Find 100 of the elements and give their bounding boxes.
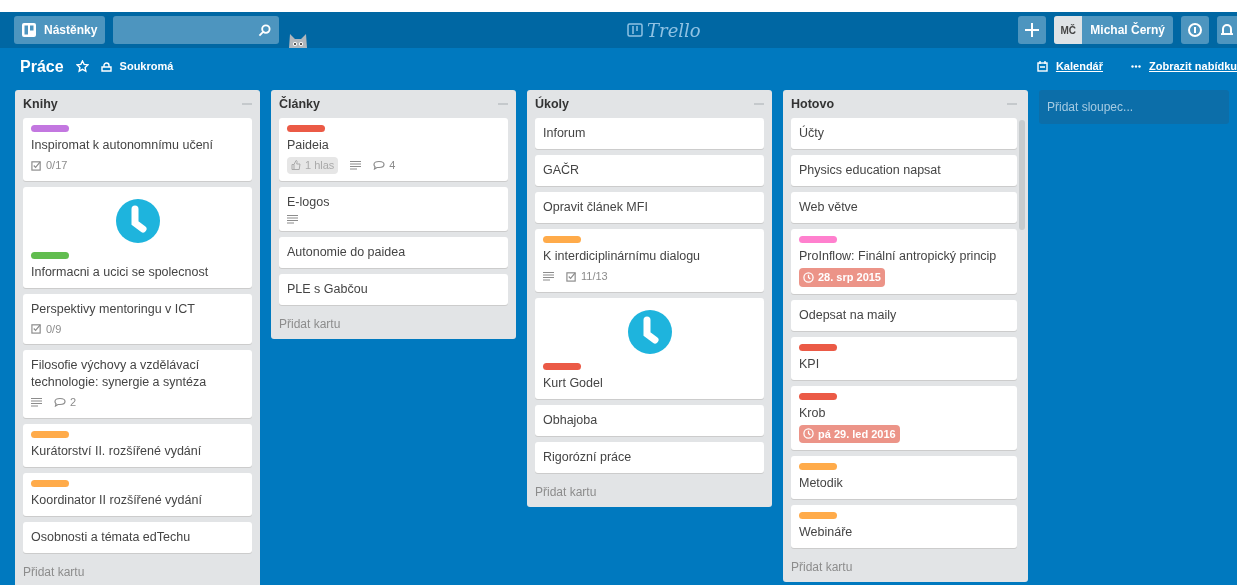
card[interactable]: Účty bbox=[791, 118, 1017, 149]
card-title: Informacni a ucici se spolecnost bbox=[31, 263, 210, 281]
speech-bubble-icon bbox=[373, 160, 386, 171]
card-title: Kurt Godel bbox=[543, 374, 604, 392]
description-icon bbox=[31, 397, 42, 408]
thumb-up-icon bbox=[291, 160, 301, 171]
search-icon bbox=[258, 23, 272, 37]
clock-icon bbox=[803, 428, 814, 440]
calendar-icon bbox=[1036, 61, 1048, 72]
add-button[interactable] bbox=[1018, 16, 1047, 44]
card-title: Koordinator II rozšířené vydání bbox=[31, 491, 203, 509]
description-icon bbox=[350, 160, 362, 171]
card[interactable]: Autonomie do paidea bbox=[279, 236, 508, 268]
search-field[interactable] bbox=[113, 16, 280, 44]
card[interactable]: PLE s Gabčou bbox=[279, 273, 508, 305]
board-icon bbox=[22, 23, 36, 37]
card-title: Webináře bbox=[799, 524, 854, 541]
checklist-count: 11/13 bbox=[566, 268, 608, 285]
card[interactable]: Perspektivy mentoringu v ICT 0/9 bbox=[23, 293, 252, 344]
card[interactable]: E-logos bbox=[279, 186, 508, 231]
card-title: Physics education napsat bbox=[799, 162, 942, 179]
list-title[interactable]: Knihy bbox=[23, 94, 58, 114]
due-date-badge: pá 29. led 2016 bbox=[799, 424, 900, 443]
speech-bubble-icon bbox=[54, 397, 66, 408]
card[interactable]: Filosofie výchovy a vzdělávací technologie: synergie a syntéza 2 bbox=[23, 350, 252, 418]
lock-icon bbox=[100, 61, 112, 72]
card-title: KPI bbox=[799, 355, 821, 373]
user-menu-button[interactable]: MČ Michal Černý bbox=[1054, 16, 1173, 44]
visibility-button[interactable]: Soukromá bbox=[100, 58, 174, 75]
card[interactable]: Opravit článek MFI bbox=[535, 192, 764, 223]
card-title: Filosofie výchovy a vzdělávací technologie: synergie a syntéza bbox=[31, 357, 208, 391]
card-title: Rigorózní práce bbox=[543, 448, 633, 466]
logo-text: Trello bbox=[647, 18, 701, 43]
card[interactable]: Rigorózní práce bbox=[535, 441, 764, 473]
card-title: PLE s Gabčou bbox=[287, 280, 369, 298]
info-button[interactable] bbox=[1181, 16, 1209, 44]
description-icon bbox=[287, 213, 298, 224]
checkbox-icon bbox=[566, 270, 577, 282]
card[interactable]: Koordinator II rozšířené vydání bbox=[23, 472, 252, 516]
card[interactable]: Paideia 1 hlas 4 bbox=[279, 118, 508, 181]
info-icon bbox=[1188, 23, 1202, 37]
ellipsis-icon bbox=[1131, 65, 1141, 68]
list-title[interactable]: Články bbox=[279, 94, 320, 114]
card[interactable]: Osobnosti a témata edTechu bbox=[23, 521, 252, 553]
bell-icon bbox=[1221, 23, 1233, 37]
comments-count: 2 bbox=[54, 394, 77, 411]
clock-icon bbox=[803, 271, 814, 283]
checkbox-icon bbox=[31, 159, 42, 171]
card[interactable]: Kurátorství II. rozšířené vydání bbox=[23, 423, 252, 467]
card-title: Účty bbox=[799, 125, 825, 142]
card[interactable]: K interdiciplinárnímu dialogu 11/13 bbox=[535, 229, 764, 292]
card[interactable]: Kurt Godel bbox=[535, 297, 764, 399]
card-title: Krob bbox=[799, 404, 827, 422]
card[interactable]: Inforum bbox=[535, 118, 764, 149]
card-title: Odepsat na maily bbox=[799, 306, 898, 324]
card[interactable]: Physics education napsat bbox=[791, 155, 1017, 186]
list-title[interactable]: Hotovo bbox=[791, 94, 835, 114]
calendar-link[interactable]: Kalendář bbox=[1036, 58, 1103, 75]
card-title: Web větve bbox=[799, 199, 859, 216]
card[interactable]: ProInflow: Finální antropický princip 28. srp 2015 bbox=[791, 229, 1017, 294]
card-title: Opravit článek MFI bbox=[543, 199, 649, 216]
comments-count: 4 bbox=[373, 157, 396, 174]
show-menu-link[interactable]: Zobrazit nabídku bbox=[1131, 58, 1237, 75]
card-title: Inspiromat k autonomnímu učení bbox=[31, 137, 215, 154]
board-title[interactable]: Práce bbox=[20, 54, 64, 79]
checklist-count: 0/17 bbox=[31, 157, 68, 174]
list-title[interactable]: Úkoly bbox=[535, 94, 570, 114]
plus-icon bbox=[1025, 23, 1040, 37]
card-title: E-logos bbox=[287, 193, 331, 211]
card[interactable]: Metodik bbox=[791, 456, 1017, 499]
notifications-button[interactable] bbox=[1217, 16, 1237, 44]
card[interactable]: Inspiromat k autonomnímu učení 0/17 bbox=[23, 118, 252, 181]
checklist-count: 0/9 bbox=[31, 320, 62, 337]
card-title: Obhajoba bbox=[543, 411, 599, 429]
star-icon[interactable] bbox=[75, 60, 89, 73]
board-icon bbox=[627, 23, 643, 37]
avatar: MČ bbox=[1054, 16, 1083, 44]
card[interactable]: Web větve bbox=[791, 192, 1017, 223]
card-title: K interdiciplinárnímu dialogu bbox=[543, 248, 702, 265]
card-title: Perspektivy mentoringu v ICT bbox=[31, 300, 196, 318]
card-title: GAČR bbox=[543, 162, 581, 179]
card-title: Kurátorství II. rozšířené vydání bbox=[31, 442, 203, 460]
description-icon bbox=[543, 271, 554, 282]
card[interactable]: KPI bbox=[791, 336, 1017, 380]
card-title: ProInflow: Finální antropický princip bbox=[799, 248, 998, 265]
card[interactable]: GAČR bbox=[535, 155, 764, 186]
card-title: Autonomie do paidea bbox=[287, 243, 407, 261]
scrollbar[interactable] bbox=[1019, 120, 1025, 230]
checkbox-icon bbox=[31, 323, 42, 335]
card[interactable]: Webináře bbox=[791, 505, 1017, 548]
card-title: Metodik bbox=[799, 475, 844, 492]
card-title: Inforum bbox=[543, 125, 587, 142]
due-date-badge: 28. srp 2015 bbox=[799, 268, 885, 287]
card[interactable]: Informacni a ucici se spolecnost bbox=[23, 186, 252, 288]
votes-badge: 1 hlas bbox=[287, 157, 339, 174]
card[interactable]: Obhajoba bbox=[535, 404, 764, 436]
card[interactable]: Odepsat na maily bbox=[791, 299, 1017, 331]
card-title: Osobnosti a témata edTechu bbox=[31, 528, 192, 546]
card[interactable]: Krob pá 29. led 2016 bbox=[791, 385, 1017, 450]
card-title: Paideia bbox=[287, 137, 330, 154]
